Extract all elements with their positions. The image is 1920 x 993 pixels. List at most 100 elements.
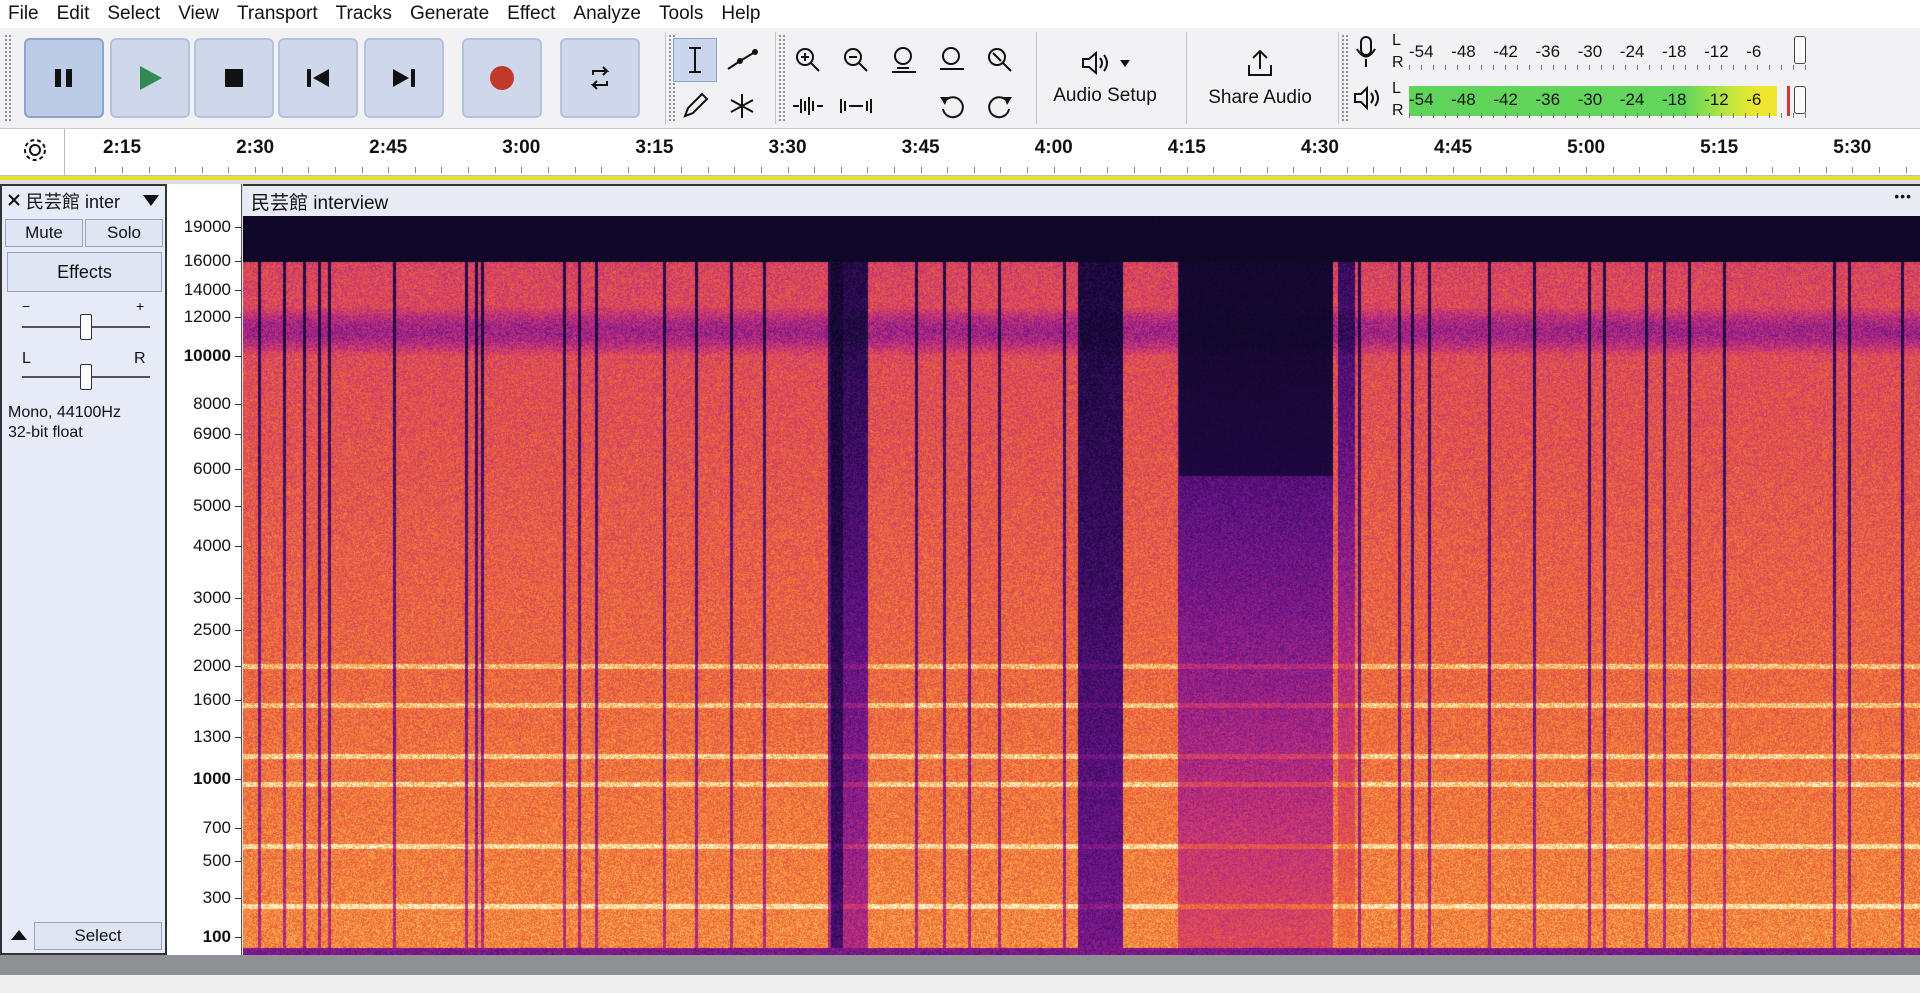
dropdown-arrow-icon <box>1120 60 1130 67</box>
meter-scale-label: -30 <box>1577 90 1603 109</box>
frequency-tick <box>235 700 241 701</box>
clip-title-bar[interactable]: 民芸館 interview ••• <box>243 184 1920 216</box>
selection-tool[interactable] <box>673 38 717 82</box>
timeline-minor-tick <box>681 167 683 173</box>
skip-to-end-button[interactable] <box>364 38 444 118</box>
play-button[interactable] <box>110 38 190 118</box>
menu-view[interactable]: View <box>170 0 229 28</box>
frequency-label: 14000 <box>183 280 231 299</box>
record-meter-button[interactable] <box>1352 34 1380 75</box>
collapse-track-button[interactable] <box>5 921 33 949</box>
menu-effect[interactable]: Effect <box>499 0 565 28</box>
mute-button[interactable]: Mute <box>5 219 83 247</box>
frequency-label: 2500 <box>193 620 231 639</box>
zoom-in-button[interactable] <box>786 38 830 82</box>
redo-button[interactable] <box>978 84 1022 128</box>
toolbar-grip[interactable] <box>4 34 12 122</box>
clip-menu-button[interactable]: ••• <box>1894 188 1912 204</box>
menu-tracks[interactable]: Tracks <box>328 0 402 28</box>
zoom-fit-project-icon <box>940 47 964 70</box>
horizontal-scrollbar[interactable] <box>0 955 1920 975</box>
track-menu-button[interactable] <box>142 191 160 212</box>
frequency-tick <box>235 469 241 470</box>
select-track-button[interactable]: Select <box>34 922 162 950</box>
mute-label: Mute <box>25 223 63 242</box>
meter-scale-label: -48 <box>1451 90 1476 109</box>
speaker-icon <box>1354 85 1379 111</box>
timeline-minor-tick <box>1080 167 1082 173</box>
frequency-tick <box>235 546 241 547</box>
meter-grip[interactable] <box>1341 34 1349 122</box>
zoom-toggle-button[interactable] <box>978 38 1022 82</box>
edit-grip[interactable] <box>778 34 786 122</box>
frequency-tick <box>235 261 241 262</box>
pan-slider-knob[interactable] <box>80 364 92 390</box>
menu-transport[interactable]: Transport <box>229 0 328 28</box>
timeline-label: 2:15 <box>102 137 142 158</box>
loop-button[interactable] <box>560 38 640 118</box>
timeline-label: 3:15 <box>635 137 674 158</box>
menu-help[interactable]: Help <box>713 0 770 28</box>
play-icon <box>140 66 162 90</box>
menu-select[interactable]: Select <box>99 0 170 28</box>
frequency-tick <box>235 317 241 318</box>
spectrogram-view[interactable] <box>243 216 1920 955</box>
pause-button[interactable] <box>24 38 104 118</box>
fit-project-button[interactable] <box>930 38 974 82</box>
timeline-minor-tick <box>1532 167 1534 173</box>
record-button[interactable] <box>462 38 542 118</box>
timeline-minor-tick <box>175 167 177 173</box>
timeline-ruler[interactable]: 2:15 2:30 2:45 3:00 3:15 3:30 3:45 4:00 4:15 4:30… <box>0 129 1920 176</box>
silence-audio-button[interactable] <box>834 84 878 128</box>
frequency-label: 2000 <box>193 656 231 675</box>
timeline-settings-button[interactable] <box>22 137 48 168</box>
close-track-button[interactable] <box>2 190 26 213</box>
audio-setup-button[interactable]: Audio Setup <box>1044 34 1166 122</box>
timeline-label: 4:45 <box>1433 137 1473 158</box>
timeline-minor-tick <box>1612 167 1614 173</box>
draw-tool[interactable] <box>673 84 717 128</box>
menu-generate[interactable]: Generate <box>402 0 499 28</box>
frequency-label: 6900 <box>193 424 231 443</box>
undo-button[interactable] <box>930 84 974 128</box>
trim-audio-button[interactable] <box>786 84 830 128</box>
meter-scale-label: -18 <box>1661 90 1687 109</box>
frequency-label: 10000 <box>183 346 231 365</box>
menu-edit[interactable]: Edit <box>49 0 100 28</box>
share-audio-button[interactable]: Share Audio <box>1196 34 1324 122</box>
timeline-minor-tick <box>627 167 629 173</box>
frequency-axis[interactable]: 19000 16000 14000 12000 10000 8000 6900 6000 500… <box>167 184 242 955</box>
playback-meter-button[interactable] <box>1352 84 1384 119</box>
zoom-out-button[interactable] <box>834 38 878 82</box>
timeline-minor-tick <box>601 167 603 173</box>
record-meter-handle[interactable] <box>1794 36 1806 64</box>
redo-icon <box>988 96 1012 119</box>
timeline-label: 5:30 <box>1833 137 1872 158</box>
timeline-minor-tick <box>1586 167 1588 173</box>
solo-button[interactable]: Solo <box>85 219 163 247</box>
track-name[interactable]: 民芸館 inter <box>26 188 142 214</box>
menu-tools[interactable]: Tools <box>651 0 713 28</box>
effects-button[interactable]: Effects <box>7 252 162 292</box>
gain-slider-knob[interactable] <box>80 314 92 340</box>
menu-file[interactable]: File <box>0 0 49 28</box>
skip-to-start-button[interactable] <box>278 38 358 118</box>
timeline-minor-tick <box>1346 167 1348 173</box>
share-icon <box>1248 49 1272 76</box>
menu-analyze[interactable]: Analyze <box>565 0 651 28</box>
meter-scale-label: -24 <box>1619 90 1645 109</box>
playback-meter[interactable]: -54 -48 -42 -36 -30 -24 -18 -12 -6 <box>1409 82 1809 118</box>
record-meter[interactable]: -54 -48 -42 -36 -30 -24 -18 -12 -6 <box>1409 34 1809 70</box>
asterisk-icon <box>730 94 754 118</box>
meter-scale-label: -30 <box>1577 42 1603 61</box>
stop-button[interactable] <box>194 38 274 118</box>
undo-icon <box>940 96 964 119</box>
frequency-tick <box>235 506 241 507</box>
fit-selection-button[interactable] <box>882 38 926 82</box>
triangle-up-icon <box>11 930 27 940</box>
meter-scale-label: -6 <box>1746 42 1762 61</box>
timeline-minor-tick <box>1772 167 1774 173</box>
meter-scale-label: -48 <box>1451 42 1476 61</box>
multi-tool[interactable] <box>720 84 764 128</box>
envelope-tool[interactable] <box>720 38 764 82</box>
